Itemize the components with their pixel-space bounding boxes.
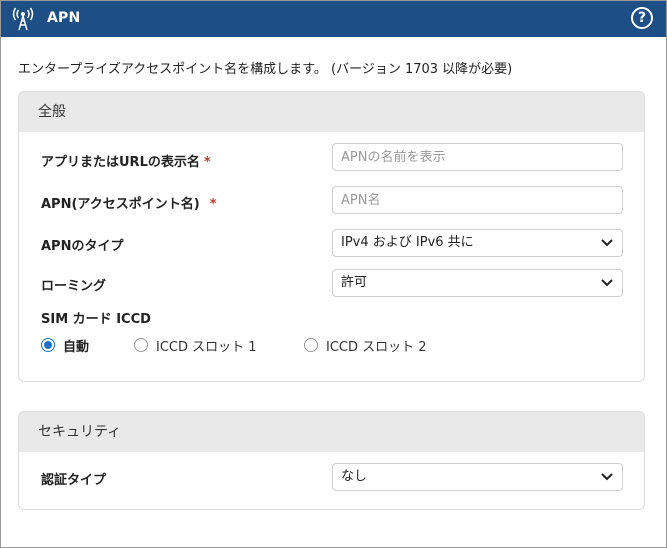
sim-iccd-radio-group: 自動 ICCD スロット 1 ICCD スロット 2 [41, 335, 631, 355]
sim-iccd-label: SIM カード ICCD [41, 312, 151, 327]
title-bar: APN ? [1, 1, 666, 37]
auth-type-value: なし [341, 469, 368, 484]
general-section: 全般 アプリまたはURLの表示名* APN(アクセスポイント名)* APNのタイ… [18, 91, 645, 382]
radio-slot-1-label: ICCD スロット 1 [156, 340, 257, 355]
chevron-down-icon [601, 473, 613, 481]
apn-label-text: APN(アクセスポイント名) [41, 197, 200, 212]
apn-type-select[interactable]: IPv4 および IPv6 共に [332, 229, 623, 257]
dialog-title: APN [47, 10, 81, 26]
auth-type-label: 認証タイプ [41, 473, 107, 488]
apn-dialog: APN ? エンタープライズアクセスポイント名を構成します。 (バージョン 17… [0, 0, 667, 548]
help-circle-icon[interactable]: ? [631, 7, 653, 29]
chevron-down-icon [601, 279, 613, 287]
roaming-value: 許可 [341, 275, 368, 290]
roaming-select[interactable]: 許可 [332, 269, 623, 297]
radio-button[interactable] [304, 338, 318, 352]
chevron-down-icon [601, 239, 613, 247]
radio-button[interactable] [134, 338, 148, 352]
radio-button-selected[interactable] [41, 338, 55, 352]
required-marker: * [209, 197, 217, 212]
apn-type-value: IPv4 および IPv6 共に [341, 235, 474, 250]
page-description: エンタープライズアクセスポイント名を構成します。 (バージョン 1703 以降が… [18, 62, 513, 77]
security-section-header: セキュリティ [19, 412, 644, 452]
display-name-label-text: アプリまたはURLの表示名 [41, 155, 200, 170]
required-marker: * [203, 155, 211, 170]
apn-label: APN(アクセスポイント名) * [41, 193, 217, 212]
display-name-label: アプリまたはURLの表示名 * [41, 151, 211, 170]
display-name-input[interactable] [332, 143, 623, 171]
auth-type-select[interactable]: なし [332, 463, 623, 491]
apn-type-label: APNのタイプ [41, 239, 124, 254]
apn-input[interactable] [332, 186, 623, 214]
antenna-icon [12, 7, 34, 31]
radio-auto-label: 自動 [63, 340, 90, 355]
roaming-label: ローミング [41, 279, 107, 294]
general-section-header: 全般 [19, 92, 644, 132]
radio-slot-2-label: ICCD スロット 2 [326, 340, 427, 355]
security-section: セキュリティ 認証タイプ なし [18, 411, 645, 510]
